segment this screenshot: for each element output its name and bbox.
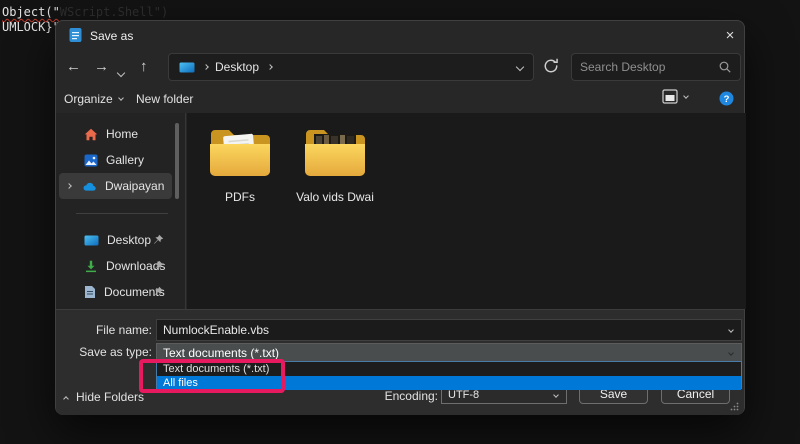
chevron-down-icon <box>118 95 124 101</box>
forward-arrow-icon: → <box>94 58 109 75</box>
pin-icon[interactable] <box>153 260 164 271</box>
folder-video-icon <box>303 125 367 179</box>
refresh-icon <box>542 57 560 75</box>
save-form-panel: File name: Save as type: Text documents … <box>56 309 744 415</box>
chevron-down-icon <box>728 350 734 356</box>
sidebar-item-gallery[interactable]: Gallery <box>56 147 180 173</box>
sidebar-separator <box>76 213 168 214</box>
help-icon: ? <box>719 91 734 106</box>
folder-name: Valo vids Dwai <box>290 190 380 204</box>
recent-locations-button[interactable] <box>118 63 124 81</box>
breadcrumb-segment-desktop[interactable]: Desktop <box>215 60 259 74</box>
svg-text:?: ? <box>724 94 730 105</box>
hide-folders-button[interactable]: Hide Folders <box>64 390 144 404</box>
folder-pdf-icon <box>208 125 272 179</box>
resize-grip[interactable] <box>730 402 739 411</box>
encoding-value: UTF-8 <box>448 389 479 401</box>
home-icon <box>84 128 98 141</box>
back-arrow-icon: ← <box>66 58 81 75</box>
view-mode-icon <box>662 89 678 104</box>
forward-button[interactable]: → <box>94 59 109 75</box>
navigation-pane: Home Gallery Dwaipayan - Per <box>56 113 186 309</box>
gallery-icon <box>84 154 98 167</box>
folder-item-pdfs[interactable]: PDFs <box>195 125 285 204</box>
file-name-combobox[interactable] <box>156 319 742 341</box>
search-icon <box>718 60 732 74</box>
folder-name: PDFs <box>195 190 285 204</box>
sidebar-item-label: Dwaipayan - Per <box>105 179 167 193</box>
file-name-input[interactable] <box>157 320 741 340</box>
view-options-button[interactable] <box>662 89 688 104</box>
search-input[interactable] <box>580 60 700 74</box>
help-button[interactable]: ? <box>719 91 734 111</box>
title-bar: Save as × <box>56 21 744 49</box>
refresh-button[interactable] <box>542 57 564 79</box>
sidebar-item-home[interactable]: Home <box>56 121 180 147</box>
sidebar-scrollbar[interactable] <box>175 123 179 199</box>
expand-chevron-icon[interactable] <box>66 183 72 189</box>
save-as-dialog: Save as × ← → ↑ Desktop <box>55 20 745 415</box>
desktop-icon <box>84 235 99 246</box>
file-list-area: PDFs Valo vids Dwai <box>187 113 746 309</box>
notepad-icon <box>69 27 82 43</box>
desktop-screen: Object("WScript.Shell") UMLOCK}" Save as… <box>0 0 800 444</box>
breadcrumb-chevron-icon <box>267 64 273 70</box>
search-box[interactable] <box>571 53 741 81</box>
code-fragment-object: Object(" <box>2 5 60 19</box>
sidebar-item-downloads[interactable]: Downloads <box>56 253 180 279</box>
up-button[interactable]: ↑ <box>140 59 148 75</box>
desktop-location-icon <box>179 62 195 73</box>
new-folder-button[interactable]: New folder <box>136 92 193 106</box>
chevron-down-icon <box>553 392 559 398</box>
dialog-title: Save as <box>90 29 133 43</box>
sidebar-item-desktop[interactable]: Desktop <box>56 227 180 253</box>
back-button[interactable]: ← <box>66 59 81 75</box>
chevron-up-icon <box>63 396 69 402</box>
pin-icon[interactable] <box>153 234 164 245</box>
close-icon: × <box>726 27 735 44</box>
organize-button[interactable]: Organize <box>64 92 123 106</box>
pin-icon[interactable] <box>153 286 164 297</box>
onedrive-cloud-icon <box>82 181 97 191</box>
close-button[interactable]: × <box>716 26 744 46</box>
background-code-line-2: UMLOCK}" <box>2 20 60 34</box>
breadcrumb-chevron-icon <box>203 64 209 70</box>
downloads-icon <box>84 260 98 273</box>
code-fragment-dim: WScript.Shell") <box>60 5 168 19</box>
organize-label: Organize <box>64 92 113 106</box>
documents-icon <box>84 285 96 299</box>
annotation-highlight-box <box>139 359 285 393</box>
address-bar[interactable]: Desktop <box>168 53 534 81</box>
hide-folders-label: Hide Folders <box>76 390 144 404</box>
encoding-label: Encoding: <box>350 389 438 403</box>
sidebar-item-documents[interactable]: Documents <box>56 279 180 305</box>
save-as-type-value: Text documents (*.txt) <box>163 346 279 360</box>
save-as-type-label: Save as type: <box>64 345 152 359</box>
file-name-label: File name: <box>64 323 152 337</box>
new-folder-label: New folder <box>136 92 193 106</box>
chevron-down-icon <box>117 69 125 77</box>
address-history-chevron-icon[interactable] <box>516 63 524 71</box>
chevron-down-icon <box>683 93 689 99</box>
sidebar-item-onedrive[interactable]: Dwaipayan - Per <box>59 173 172 199</box>
sidebar-item-label: Home <box>106 127 138 141</box>
sidebar-item-label: Desktop <box>107 233 151 247</box>
background-code-line-1: Object("WScript.Shell") <box>2 5 168 19</box>
sidebar-item-label: Gallery <box>106 153 144 167</box>
folder-item-valo-vids[interactable]: Valo vids Dwai <box>290 125 380 204</box>
up-arrow-icon: ↑ <box>140 58 148 75</box>
